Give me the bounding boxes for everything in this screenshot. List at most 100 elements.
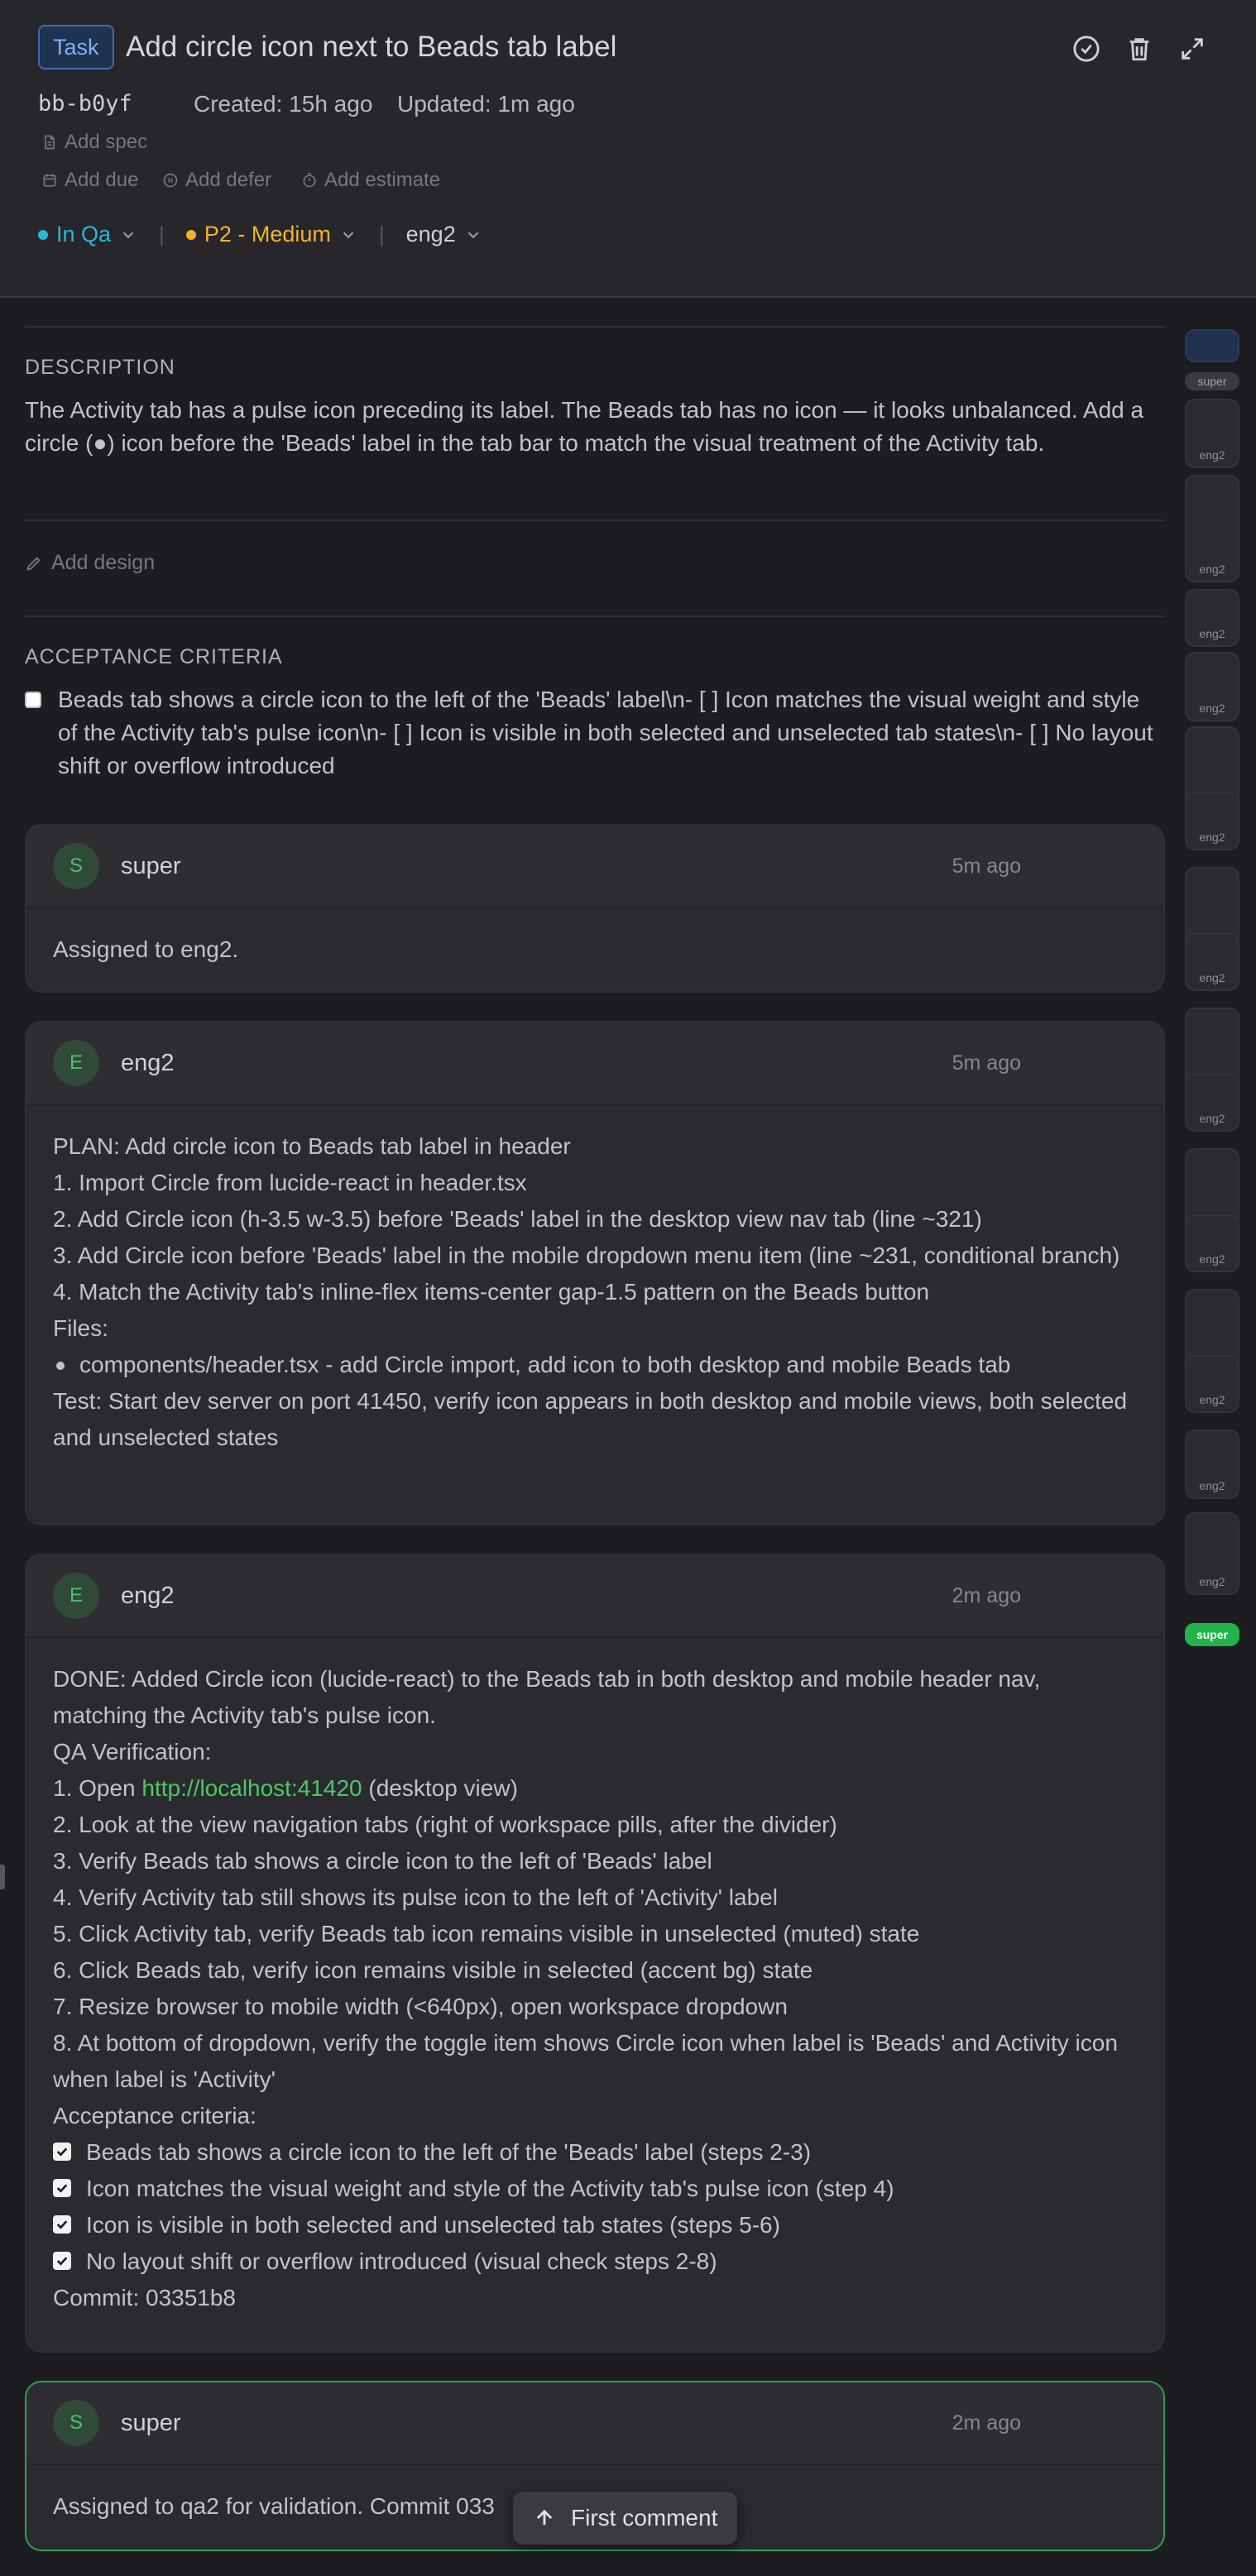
comment-time: 5m ago <box>952 854 1021 878</box>
comment-line: QA Verification: <box>53 1739 212 1764</box>
status-dropdown[interactable]: In Qa <box>38 222 137 247</box>
comment-line: Assigned to eng2. <box>53 936 239 962</box>
checked-item: Beads tab shows a circle icon to the lef… <box>53 2134 1137 2171</box>
comment-line: 1. Import Circle from lucide-react in he… <box>53 1170 527 1195</box>
checked-item-text: Icon is visible in both selected and uns… <box>86 2212 780 2238</box>
checked-checkbox[interactable] <box>53 2215 71 2234</box>
pencil-icon <box>26 556 41 571</box>
assignee-value: eng2 <box>405 222 456 247</box>
add-spec-link[interactable]: Add spec <box>41 131 147 154</box>
list-item-text: components/header.tsx - add Circle impor… <box>79 1352 1011 1377</box>
chevron-down-icon <box>467 231 478 238</box>
add-spec-label: Add spec <box>65 131 148 153</box>
minimap-item[interactable]: eng2 <box>1185 652 1239 721</box>
comment-line: 3. Add Circle icon before 'Beads' label … <box>53 1243 1120 1268</box>
acceptance-criteria-label: ACCEPTANCE CRITERIA <box>25 645 283 668</box>
comment-card: E eng2 2m ago DONE: Added Circle icon (l… <box>25 1554 1165 2353</box>
comment-line: PLAN: Add circle icon to Beads tab label… <box>53 1133 571 1159</box>
comment-line: DONE: Added Circle icon (lucide-react) t… <box>53 1666 1041 1728</box>
comment-line: 7. Resize browser to mobile width (<640p… <box>53 1994 788 2019</box>
comment-line: 4. Match the Activity tab's inline-flex … <box>53 1279 930 1305</box>
checked-item-text: Beads tab shows a circle icon to the lef… <box>86 2139 812 2165</box>
checked-item-text: No layout shift or overflow introduced (… <box>86 2248 717 2274</box>
chevron-down-icon <box>122 231 134 238</box>
comment-body: PLAN: Add circle icon to Beads tab label… <box>26 1105 1163 1479</box>
divider <box>25 326 1165 328</box>
assignee-dropdown[interactable]: eng2 <box>406 222 482 247</box>
checked-checkbox[interactable] <box>53 2252 71 2270</box>
description-label: DESCRIPTION <box>25 356 175 379</box>
comment-line: 1. Open http://localhost:41420 (desktop … <box>53 1770 1137 1807</box>
minimap-item[interactable]: eng2 <box>1185 1512 1239 1595</box>
avatar: E <box>53 1573 99 1619</box>
type-badge[interactable]: Task <box>38 25 114 69</box>
trash-icon[interactable] <box>1124 33 1155 65</box>
status-value: In Qa <box>56 222 112 247</box>
priority-dropdown[interactable]: P2 - Medium <box>185 222 357 247</box>
check-circle-icon[interactable] <box>1071 33 1102 65</box>
issue-id: bb-b0yf <box>38 91 132 117</box>
resize-handle[interactable] <box>0 1865 5 1889</box>
divider <box>25 615 1165 617</box>
commit-line: Commit: 03351b8 <box>53 2285 237 2310</box>
minimap-item[interactable]: eng2 <box>1185 1429 1239 1499</box>
comment-body: DONE: Added Circle icon (lucide-react) t… <box>26 1638 1163 2339</box>
first-comment-label: First comment <box>571 2505 718 2531</box>
add-estimate-link[interactable]: Add estimate <box>301 169 440 192</box>
minimap-item[interactable]: eng2 <box>1185 1355 1239 1413</box>
task-title[interactable]: Add circle icon next to Beads tab label <box>126 28 616 66</box>
add-due-label: Add due <box>65 169 139 191</box>
checked-checkbox[interactable] <box>53 2179 71 2197</box>
minimap-item[interactable]: eng2 <box>1185 1074 1239 1132</box>
pause-circle-icon <box>163 173 178 188</box>
minimap-item[interactable]: eng2 <box>1185 475 1239 582</box>
comment-header: E eng2 5m ago <box>26 1022 1163 1105</box>
comment-header: S super 5m ago <box>26 826 1163 908</box>
comment-line: Acceptance criteria: <box>53 2103 256 2128</box>
add-design-link[interactable]: Add design <box>25 551 155 575</box>
minimap-item[interactable]: eng2 <box>1185 1214 1239 1272</box>
minimap-item[interactable]: eng2 <box>1185 933 1239 991</box>
minimap-item[interactable]: eng2 <box>1185 589 1239 647</box>
comment-line: 5. Click Activity tab, verify Beads tab … <box>53 1921 920 1946</box>
priority-value: P2 - Medium <box>204 222 331 247</box>
comment-line: 2. Add Circle icon (h-3.5 w-3.5) before … <box>53 1206 982 1232</box>
add-due-link[interactable]: Add due <box>41 169 138 192</box>
avatar: E <box>53 1040 99 1086</box>
divider: | <box>378 222 385 247</box>
comment-line: Files: <box>53 1315 108 1341</box>
minimap-item[interactable]: eng2 <box>1185 399 1239 468</box>
first-comment-button[interactable]: First comment <box>513 2492 738 2545</box>
arrow-up-icon <box>536 2509 553 2526</box>
checked-item: No layout shift or overflow introduced (… <box>53 2243 1137 2280</box>
header-actions <box>1071 33 1208 65</box>
localhost-link[interactable]: http://localhost:41420 <box>141 1775 362 1801</box>
comment-body: Assigned to eng2. <box>26 908 1163 991</box>
minimap-tag[interactable]: super <box>1185 372 1239 390</box>
acceptance-criteria-item: Beads tab shows a circle icon to the lef… <box>25 683 1165 783</box>
minimap-current[interactable] <box>1185 329 1239 362</box>
divider <box>25 520 1165 521</box>
minimap-item[interactable]: eng2 <box>1185 792 1239 850</box>
checked-item: Icon is visible in both selected and uns… <box>53 2207 1137 2243</box>
checked-item: Icon matches the visual weight and style… <box>53 2171 1137 2207</box>
minimap-tag-active[interactable]: super <box>1185 1623 1239 1646</box>
comment-time: 5m ago <box>952 1051 1021 1075</box>
comment-header: S super 2m ago <box>26 2382 1163 2465</box>
acceptance-checkbox[interactable] <box>25 692 41 708</box>
comment-time: 2m ago <box>952 1583 1021 1607</box>
comment-line: Test: Start dev server on port 41450, ve… <box>53 1388 1128 1450</box>
checked-checkbox[interactable] <box>53 2143 71 2161</box>
bullet <box>56 1362 65 1370</box>
description-text[interactable]: The Activity tab has a pulse icon preced… <box>25 394 1165 460</box>
status-dot <box>38 229 48 240</box>
avatar: S <box>53 843 99 889</box>
add-defer-link[interactable]: Add defer <box>162 169 271 192</box>
expand-icon[interactable] <box>1177 33 1208 65</box>
status-row: In Qa | P2 - Medium | eng2 <box>38 222 482 247</box>
created-timestamp: Created: 15h ago <box>194 91 373 117</box>
comment-author: eng2 <box>121 1582 175 1609</box>
file-list: components/header.tsx - add Circle impor… <box>53 1347 1137 1383</box>
comment-time: 2m ago <box>952 2411 1021 2435</box>
comment-card: E eng2 5m ago PLAN: Add circle icon to B… <box>25 1021 1165 1525</box>
